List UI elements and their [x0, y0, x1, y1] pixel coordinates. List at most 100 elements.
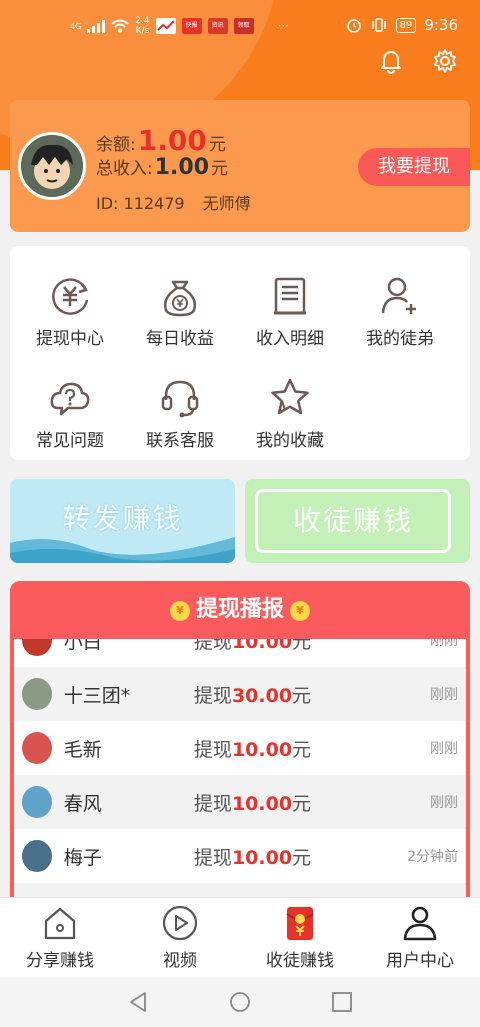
menu-label: 常见问题 [36, 431, 104, 451]
bottom-tab-bar: 分享赚钱 视频 收徒赚钱 用户中心 [0, 897, 480, 977]
list-item: 小白 提现10.00元 刚刚 [14, 639, 466, 667]
withdraw-button[interactable]: 我要提现 [358, 148, 470, 186]
menu-item-faq[interactable]: 常见问题 [15, 376, 125, 451]
user-name: 梅子 [63, 846, 102, 869]
share-earn-banner[interactable]: 转发赚钱 [10, 479, 235, 563]
tab-label: 用户中心 [386, 951, 454, 971]
withdraw-amount: 提现10.00元 [193, 639, 312, 653]
stock-app-icon [155, 18, 176, 34]
timestamp: 刚刚 [430, 687, 458, 703]
balance-value: 1.00 [137, 124, 207, 157]
menu-item-daily-earnings[interactable]: 每日收益 [125, 274, 235, 349]
timestamp: 刚刚 [430, 795, 458, 811]
clock: 9:36 [424, 16, 458, 34]
broadcast-list[interactable]: 小白 提现10.00元 刚刚 十三团* 提现30.00元 刚刚 毛新 提现10.… [14, 639, 466, 911]
avatar [22, 639, 52, 656]
more-notifications: ··· [277, 19, 290, 33]
app-icon-kuaibao: 快报 [181, 18, 202, 34]
avatar[interactable] [18, 132, 86, 200]
user-name: 小白 [63, 639, 102, 653]
menu-item-income-details[interactable]: 收入明细 [235, 274, 345, 349]
user-id: ID: 112479 [96, 194, 185, 213]
withdraw-amount: 提现10.00元 [193, 846, 312, 869]
menu-label: 我的收藏 [256, 431, 324, 451]
list-item: 毛新 提现10.00元 刚刚 [14, 721, 466, 775]
question-cloud-icon [50, 382, 90, 416]
home-circle-icon[interactable] [229, 991, 251, 1017]
net-speed: 2.4 K/s [135, 16, 150, 36]
avatar [22, 732, 52, 764]
income-unit: 元 [211, 159, 229, 179]
menu-item-favorites[interactable]: 我的收藏 [235, 376, 345, 451]
money-bag-icon [163, 280, 197, 317]
menu-item-withdraw-center[interactable]: 提现中心 [15, 274, 125, 349]
tab-user-center[interactable]: 用户中心 [360, 904, 480, 971]
network-label: 4G [70, 21, 82, 31]
timestamp: 刚刚 [430, 741, 458, 757]
function-menu: 提现中心 每日收益 收入明细 我的徒弟 常见问题 联系客服 我的收藏 [10, 246, 470, 460]
home-icon [44, 907, 76, 940]
banner-label: 转发赚钱 [62, 502, 183, 535]
wave-decoration [10, 537, 235, 563]
red-envelope-icon [286, 907, 314, 940]
coin-icon: ¥ [290, 601, 310, 621]
menu-item-customer-service[interactable]: 联系客服 [125, 376, 235, 451]
menu-label: 收入明细 [256, 329, 324, 349]
timestamp: 刚刚 [430, 639, 458, 649]
income-label: 总收入: [96, 159, 153, 179]
signal-icon [87, 19, 106, 33]
add-user-icon [381, 277, 416, 314]
user-name: 春风 [63, 792, 102, 815]
withdraw-amount: 提现10.00元 [193, 738, 312, 761]
menu-label: 我的徒弟 [366, 329, 434, 349]
tab-share-earn[interactable]: 分享赚钱 [0, 904, 120, 971]
menu-label: 每日收益 [146, 329, 214, 349]
broadcast-title: ¥ 提现播报 ¥ [10, 581, 470, 639]
app-icon-zixun: 资讯 [207, 18, 228, 34]
gear-icon[interactable] [432, 48, 458, 74]
timestamp: 2分钟前 [407, 849, 458, 865]
list-item: 十三团* 提现30.00元 刚刚 [14, 667, 466, 721]
balance-unit: 元 [208, 135, 226, 155]
avatar [22, 678, 52, 710]
user-name: 毛新 [63, 738, 102, 761]
withdraw-broadcast: ¥ 提现播报 ¥ 小白 提现10.00元 刚刚 十三团* 提现30.00元 刚刚 毛… [10, 581, 470, 911]
coin-icon: ¥ [169, 601, 190, 621]
withdraw-amount: 提现30.00元 [193, 684, 312, 707]
income-value: 1.00 [154, 155, 210, 180]
tab-video[interactable]: 视频 [120, 904, 240, 971]
master-status: 无师傅 [202, 194, 251, 213]
menu-label: 联系客服 [146, 431, 214, 451]
tab-label: 视频 [163, 951, 197, 971]
profile-card: 余额: 1.00 元 总收入: 1.00 元 ID: 112479 无师傅 我要提现 [10, 100, 470, 232]
list-item: 梅子 提现10.00元 2分钟前 [14, 829, 466, 883]
user-icon [403, 906, 437, 941]
system-nav-bar [0, 977, 480, 1027]
bell-icon[interactable] [378, 48, 404, 74]
list-item: 春风 提现10.00元 刚刚 [14, 775, 466, 829]
star-icon [271, 378, 309, 415]
wifi-icon [111, 19, 129, 33]
balance-label: 余额: [96, 135, 136, 155]
app-icon-lingqu: 领取 [233, 18, 254, 34]
yuan-refresh-icon [52, 278, 89, 315]
menu-item-my-apprentices[interactable]: 我的徒弟 [345, 274, 455, 349]
headset-icon [161, 380, 199, 418]
battery-icon: 89 [395, 17, 417, 33]
banner-label: 收徒赚钱 [255, 489, 451, 553]
alarm-icon [346, 19, 361, 33]
withdraw-amount: 提现10.00元 [193, 792, 312, 815]
back-icon[interactable] [128, 991, 148, 1017]
tab-label: 收徒赚钱 [266, 951, 334, 971]
tab-label: 分享赚钱 [26, 951, 94, 971]
document-list-icon [274, 277, 306, 315]
recruit-earn-banner[interactable]: 收徒赚钱 [245, 479, 470, 563]
menu-label: 提现中心 [36, 329, 104, 349]
play-icon [162, 905, 198, 941]
avatar [22, 840, 52, 872]
recents-icon[interactable] [331, 991, 353, 1017]
vibrate-icon [371, 18, 386, 32]
user-name: 十三团* [63, 684, 131, 707]
avatar [22, 786, 52, 818]
tab-recruit-earn[interactable]: 收徒赚钱 [240, 904, 360, 971]
